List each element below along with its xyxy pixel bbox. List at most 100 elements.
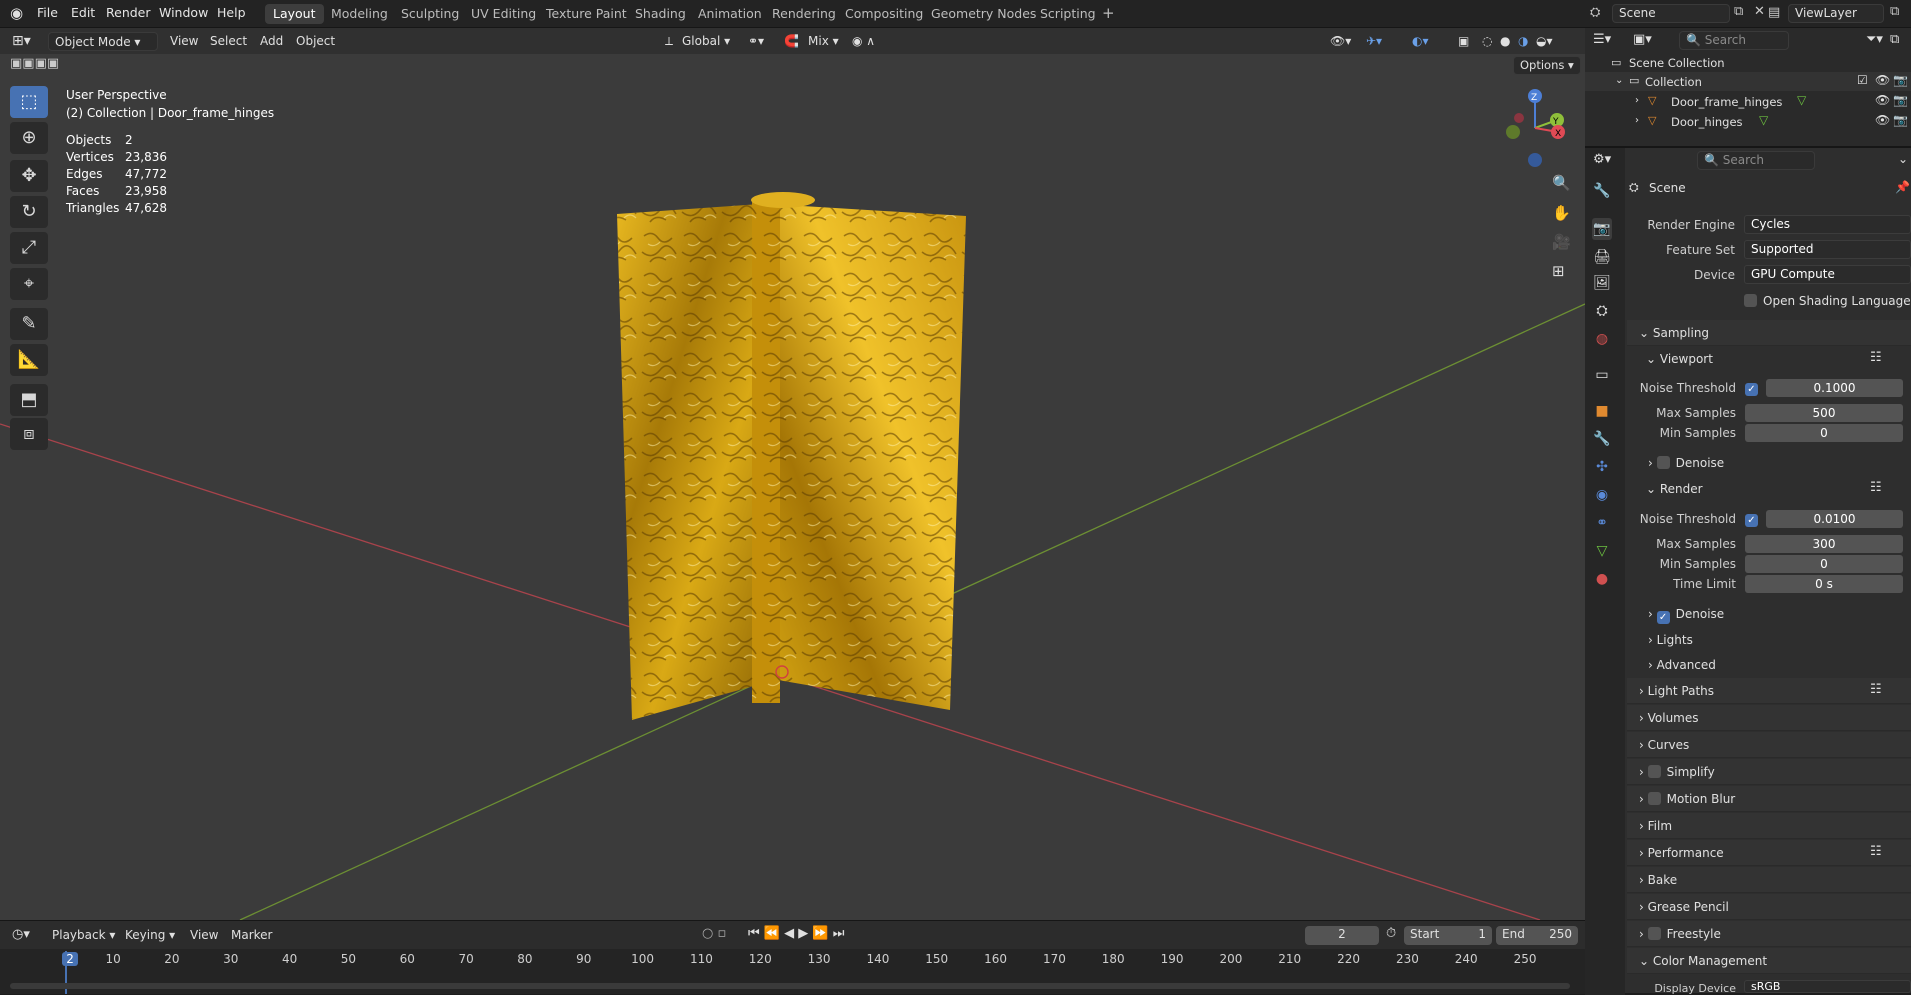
checkbox-icon[interactable]: ✓ xyxy=(1745,514,1758,527)
camera-icon[interactable]: 📷 xyxy=(1893,113,1908,127)
tab-compositing[interactable]: Compositing xyxy=(837,4,931,24)
collection-properties-icon[interactable]: ▭ xyxy=(1592,364,1612,386)
menu-select[interactable]: Select xyxy=(210,32,247,51)
playback-menu[interactable]: Playback ▾ xyxy=(52,928,115,942)
camera-icon[interactable]: 📷 xyxy=(1893,93,1908,107)
camera-icon[interactable]: 📷 xyxy=(1893,73,1908,87)
menu-file[interactable]: File xyxy=(37,5,58,20)
keying-menu[interactable]: Keying ▾ xyxy=(125,928,175,942)
performance-panel[interactable]: › Performance xyxy=(1627,840,1911,866)
tab-geometry-nodes[interactable]: Geometry Nodes xyxy=(923,4,1044,24)
sampling-panel-header[interactable]: ⌄ Sampling xyxy=(1627,320,1911,346)
modifier-properties-icon[interactable]: 🔧 xyxy=(1592,428,1612,450)
menu-add[interactable]: Add xyxy=(260,32,283,51)
ortho-grid-icon[interactable]: ⊞ xyxy=(1552,262,1565,280)
shading-solid-icon[interactable]: ● xyxy=(1500,32,1510,51)
expand-chevron-icon[interactable]: ⌄ xyxy=(1615,75,1623,86)
new-scene-icon[interactable]: ⧉ xyxy=(1734,4,1743,19)
motion-blur-panel[interactable]: › Motion Blur xyxy=(1627,786,1911,812)
vp-max-samples-field[interactable]: 500 xyxy=(1745,404,1903,422)
transform-tool-icon[interactable]: ⌖ xyxy=(10,268,48,300)
pan-hand-icon[interactable]: ✋ xyxy=(1552,204,1571,222)
blender-logo-icon[interactable]: ◉ xyxy=(10,4,23,22)
cursor-tool-icon[interactable]: ⊕ xyxy=(10,122,48,154)
shading-wireframe-icon[interactable]: ◌ xyxy=(1482,32,1492,51)
outliner-editor-icon[interactable]: ☰▾ xyxy=(1593,32,1611,47)
display-device-dropdown[interactable]: sRGB xyxy=(1744,980,1911,993)
world-properties-icon[interactable]: ◍ xyxy=(1592,328,1612,350)
add-object-tool-icon[interactable]: ⧈ xyxy=(10,418,48,450)
tab-animation[interactable]: Animation xyxy=(690,4,770,24)
timeline-editor-icon[interactable]: ◷▾ xyxy=(12,927,30,942)
select-box-tool-icon[interactable]: ⬚ xyxy=(10,86,48,118)
list-presets-icon[interactable]: ☷ xyxy=(1870,480,1882,495)
scene-selector[interactable]: Scene xyxy=(1612,4,1730,23)
scene-collection-label[interactable]: Scene Collection xyxy=(1629,56,1725,70)
expand-chevron-icon[interactable]: › xyxy=(1635,95,1639,106)
options-button[interactable]: Options ▾ xyxy=(1513,56,1581,75)
mode-selector[interactable]: Object Mode ▾ xyxy=(48,32,158,51)
gizmo-toggle-icon[interactable]: ✈▾ xyxy=(1366,32,1382,51)
3d-viewport[interactable] xyxy=(0,28,1585,920)
move-tool-icon[interactable]: ✥ xyxy=(10,160,48,192)
scene-properties-icon[interactable]: ⛭ xyxy=(1592,300,1612,322)
menu-edit[interactable]: Edit xyxy=(71,5,95,20)
lights-subpanel[interactable]: › Lights xyxy=(1648,633,1693,647)
list-presets-icon[interactable]: ☷ xyxy=(1870,682,1882,697)
view-layer-selector[interactable]: ViewLayer xyxy=(1788,4,1884,23)
render-engine-dropdown[interactable]: Cycles xyxy=(1744,215,1911,234)
pivot-icon[interactable]: ⚭▾ xyxy=(748,32,764,51)
orientation-selector[interactable]: Global ▾ xyxy=(682,32,730,51)
annotate-tool-icon[interactable]: ✎ xyxy=(10,308,48,340)
expand-chevron-icon[interactable]: › xyxy=(1635,115,1639,126)
snap-mix-selector[interactable]: Mix ▾ xyxy=(808,32,839,51)
new-view-layer-icon[interactable]: ⧉ xyxy=(1890,4,1899,19)
physics-properties-icon[interactable]: ◉ xyxy=(1592,484,1612,506)
delete-scene-icon[interactable]: ✕ xyxy=(1754,4,1765,19)
freestyle-panel[interactable]: › Freestyle xyxy=(1627,921,1911,947)
filter-icon[interactable]: ⏷▾ xyxy=(1866,32,1883,47)
shading-material-icon[interactable]: ◑ xyxy=(1518,32,1528,51)
r-noise-threshold-field[interactable]: 0.0100 xyxy=(1766,510,1903,528)
viewport-subpanel-header[interactable]: ⌄ Viewport xyxy=(1646,352,1713,366)
editor-type-icon[interactable]: ⊞▾ xyxy=(12,32,31,51)
visibility-icon[interactable]: 👁▾ xyxy=(1330,32,1351,51)
plus-icon[interactable]: + xyxy=(1102,4,1115,22)
view-layer-properties-icon[interactable]: 🖼 xyxy=(1592,272,1612,294)
data-properties-icon[interactable]: ▽ xyxy=(1592,540,1612,562)
material-properties-icon[interactable]: ● xyxy=(1592,568,1612,590)
navigation-gizmo[interactable]: Z Y X xyxy=(1495,84,1575,168)
tab-sculpting[interactable]: Sculpting xyxy=(393,4,467,24)
checkbox-icon[interactable]: ✓ xyxy=(1745,383,1758,396)
tab-shading[interactable]: Shading xyxy=(627,4,694,24)
preview-range-icon[interactable]: ⏱ xyxy=(1386,926,1396,941)
tab-rendering[interactable]: Rendering xyxy=(764,4,844,24)
vp-noise-threshold-field[interactable]: 0.1000 xyxy=(1766,379,1903,397)
menu-view[interactable]: View xyxy=(170,32,198,51)
snap-icon[interactable]: 🧲 xyxy=(784,32,799,51)
list-presets-icon[interactable]: ☷ xyxy=(1870,350,1882,365)
overlay-toggle-icon[interactable]: ◐▾ xyxy=(1412,32,1429,51)
grease-pencil-panel[interactable]: › Grease Pencil xyxy=(1627,894,1911,920)
particles-properties-icon[interactable]: ✣ xyxy=(1592,456,1612,478)
tab-uv-editing[interactable]: UV Editing xyxy=(463,4,544,24)
render-properties-icon[interactable]: 📷 xyxy=(1592,218,1612,240)
menu-render[interactable]: Render xyxy=(106,5,151,20)
collection-row[interactable]: ⌄ ▭ Collection ☑ 👁 📷 xyxy=(1585,72,1911,91)
end-frame-field[interactable]: End 250 xyxy=(1496,926,1578,945)
r-max-samples-field[interactable]: 300 xyxy=(1745,535,1903,553)
r-min-samples-field[interactable]: 0 xyxy=(1745,555,1903,573)
eye-icon[interactable]: 👁 xyxy=(1875,73,1890,87)
camera-view-icon[interactable]: 🎥 xyxy=(1552,233,1571,251)
eye-icon[interactable]: 👁 xyxy=(1875,93,1890,107)
tab-modeling[interactable]: Modeling xyxy=(323,4,396,24)
feature-set-dropdown[interactable]: Supported xyxy=(1744,240,1911,259)
render-subpanel-header[interactable]: ⌄ Render xyxy=(1646,482,1703,496)
simplify-panel[interactable]: › Simplify xyxy=(1627,759,1911,785)
vp-min-samples-field[interactable]: 0 xyxy=(1745,424,1903,442)
shading-rendered-icon[interactable]: ◒▾ xyxy=(1536,32,1553,51)
r-denoise-subpanel[interactable]: › ✓ Denoise xyxy=(1648,607,1724,624)
proportional-edit-icon[interactable]: ◉ ∧ xyxy=(852,32,875,51)
current-frame-field[interactable]: 2 xyxy=(1305,926,1379,945)
list-presets-icon[interactable]: ☷ xyxy=(1870,844,1882,859)
